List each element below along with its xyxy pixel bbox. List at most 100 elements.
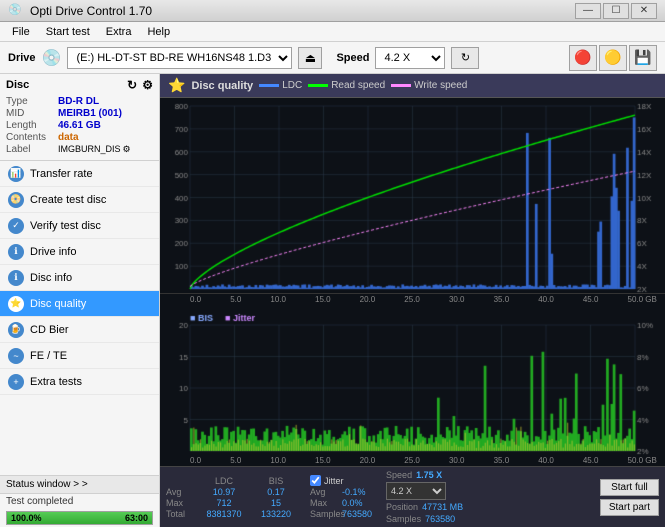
action-buttons: Start full Start part [600, 479, 659, 516]
stats-headers: LDC BIS [166, 476, 298, 486]
disc-header-icons: ↻ ⚙ [127, 78, 153, 92]
speed-stat-value: 1.75 X [416, 470, 442, 480]
title-bar-controls: — ☐ ✕ [575, 3, 657, 19]
jitter-avg-row: Avg -0.1% [310, 487, 372, 497]
start-part-button[interactable]: Start part [600, 499, 659, 516]
toolbar-buttons: 🔴 🟡 💾 [569, 45, 657, 71]
toolbar-btn-1[interactable]: 🔴 [569, 45, 597, 71]
dq-title: Disc quality [191, 80, 253, 92]
stats-avg-row: Avg 10.97 0.17 [166, 487, 298, 497]
nav-disc-info[interactable]: ℹ Disc info [0, 265, 159, 291]
disc-mid-value: MEIRB1 (001) [58, 108, 122, 119]
dq-icon: ⭐ [168, 77, 185, 94]
disc-info-section: Disc ↻ ⚙ Type BD-R DL MID MEIRB1 (001) L… [0, 74, 159, 161]
nav-label-transfer: Transfer rate [30, 168, 93, 180]
nav-icon-drive: ℹ [8, 244, 24, 260]
jitter-checkbox[interactable] [310, 475, 321, 486]
start-full-button[interactable]: Start full [600, 479, 659, 496]
stats-max-label: Max [166, 498, 194, 508]
stats-ldc-header: LDC [198, 476, 250, 486]
stats-avg-bis: 0.17 [254, 487, 298, 497]
drive-icon: 💿 [42, 48, 62, 68]
refresh-speed-button[interactable]: ↻ [451, 47, 479, 69]
main-layout: Disc ↻ ⚙ Type BD-R DL MID MEIRB1 (001) L… [0, 74, 665, 527]
disc-settings-icon[interactable]: ⚙ [142, 78, 153, 92]
disc-length-row: Length 46.61 GB [6, 120, 153, 131]
legend-read-label: Read speed [331, 80, 385, 91]
bis-chart-canvas [160, 305, 665, 455]
nav-label-fe-te: FE / TE [30, 350, 67, 362]
menu-help[interactable]: Help [139, 24, 178, 40]
nav-label-create: Create test disc [30, 194, 106, 206]
nav-icon-disc-info: ℹ [8, 270, 24, 286]
nav-extra-tests[interactable]: + Extra tests [0, 369, 159, 395]
progress-text: 100.0% 63:00 [7, 512, 152, 524]
jitter-samples-val: 763580 [342, 509, 372, 519]
status-section: Status window > > Test completed 100.0% … [0, 475, 159, 527]
position-value: 47731 MB [422, 502, 463, 512]
nav-create-test[interactable]: 📀 Create test disc [0, 187, 159, 213]
drive-bar: Drive 💿 (E:) HL-DT-ST BD-RE WH16NS48 1.D… [0, 42, 665, 74]
drive-select[interactable]: (E:) HL-DT-ST BD-RE WH16NS48 1.D3 [67, 47, 292, 69]
ldc-chart-canvas [160, 98, 665, 293]
nav-transfer-rate[interactable]: 📊 Transfer rate [0, 161, 159, 187]
stats-total-label: Total [166, 509, 194, 519]
toolbar-btn-3[interactable]: 💾 [629, 45, 657, 71]
samples-row: Samples 763580 [386, 514, 463, 524]
nav-label-verify: Verify test disc [30, 220, 101, 232]
stats-total-bis: 133220 [254, 509, 298, 519]
nav-section: 📊 Transfer rate 📀 Create test disc ✓ Ver… [0, 161, 159, 475]
nav-cd-bier[interactable]: 🍺 CD Bier [0, 317, 159, 343]
disc-refresh-icon[interactable]: ↻ [127, 78, 137, 92]
nav-icon-transfer: 📊 [8, 166, 24, 182]
nav-icon-create: 📀 [8, 192, 24, 208]
disc-mid-row: MID MEIRB1 (001) [6, 108, 153, 119]
bis-chart-container [160, 305, 665, 455]
minimize-button[interactable]: — [575, 3, 601, 19]
eject-button[interactable]: ⏏ [298, 47, 322, 69]
status-window-button[interactable]: Status window > > [0, 476, 159, 494]
stats-avg-ldc: 10.97 [198, 487, 250, 497]
disc-label-row: Label IMGBURN_DIS ⚙ [6, 144, 153, 155]
disc-contents-value: data [58, 132, 79, 143]
stats-max-bis: 15 [254, 498, 298, 508]
nav-verify-test[interactable]: ✓ Verify test disc [0, 213, 159, 239]
menu-file[interactable]: File [4, 24, 38, 40]
legend-ldc: LDC [259, 80, 302, 91]
disc-quality-header: ⭐ Disc quality LDC Read speed Write spee… [160, 74, 665, 98]
disc-section-header: Disc ↻ ⚙ [6, 78, 153, 92]
position-row: Position 47731 MB [386, 502, 463, 512]
nav-label-extra: Extra tests [30, 376, 82, 388]
nav-disc-quality[interactable]: ⭐ Disc quality [0, 291, 159, 317]
status-window-label: Status window > > [6, 479, 88, 490]
samples-value: 763580 [425, 514, 455, 524]
nav-drive-info[interactable]: ℹ Drive info [0, 239, 159, 265]
disc-section-title: Disc [6, 79, 29, 91]
disc-label-value: IMGBURN_DIS [58, 144, 121, 155]
speed-stat-select[interactable]: 4.2 X [386, 482, 446, 500]
stats-bar: LDC BIS Avg 10.97 0.17 Max 712 15 Total … [160, 466, 665, 527]
app-icon: 💿 [8, 3, 24, 19]
stats-total-row: Total 8381370 133220 [166, 509, 298, 519]
disc-type-row: Type BD-R DL [6, 96, 153, 107]
menu-extra[interactable]: Extra [98, 24, 140, 40]
charts-area: 0.05.010.015.020.025.030.035.040.045.050… [160, 98, 665, 466]
toolbar-btn-2[interactable]: 🟡 [599, 45, 627, 71]
menu-start-test[interactable]: Start test [38, 24, 98, 40]
gb-axis-1: 0.05.010.015.020.025.030.035.040.045.050… [160, 294, 665, 305]
jitter-max-row: Max 0.0% [310, 498, 372, 508]
left-panel: Disc ↻ ⚙ Type BD-R DL MID MEIRB1 (001) L… [0, 74, 160, 527]
legend-write-color [391, 84, 411, 87]
drive-label: Drive [8, 52, 36, 64]
speed-select[interactable]: 4.2 X 1.0 X 2.0 X 8.0 X [375, 47, 445, 69]
legend-ldc-color [259, 84, 279, 87]
nav-icon-disc-quality: ⭐ [8, 296, 24, 312]
legend-ldc-label: LDC [282, 80, 302, 91]
maximize-button[interactable]: ☐ [603, 3, 629, 19]
title-bar: 💿 Opti Drive Control 1.70 — ☐ ✕ [0, 0, 665, 22]
close-button[interactable]: ✕ [631, 3, 657, 19]
nav-fe-te[interactable]: ~ FE / TE [0, 343, 159, 369]
speed-row: Speed 1.75 X [386, 470, 463, 480]
speed-label: Speed [336, 52, 369, 64]
nav-label-cd-bier: CD Bier [30, 324, 69, 336]
